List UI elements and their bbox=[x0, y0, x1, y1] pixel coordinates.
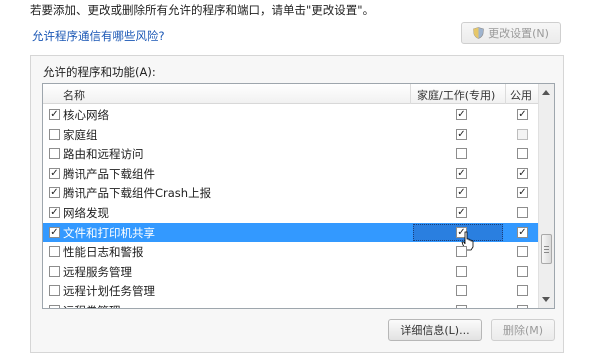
list-item[interactable]: 路由和远程访问 bbox=[43, 144, 539, 164]
program-name-label: 远程卷管理 bbox=[63, 303, 121, 308]
list-item[interactable]: ✓ 核心网络 ✓ ✓ bbox=[43, 105, 539, 125]
list-rows: ✓ 核心网络 ✓ ✓ 家庭组 ✓ 路由和远程访问 ✓ 腾讯产品下载组件 ✓ ✓ ✓ 腾讯产品下载组件Cr… bbox=[43, 105, 539, 308]
list-item[interactable]: 远程计划任务管理 bbox=[43, 281, 539, 301]
uac-shield-icon bbox=[473, 27, 484, 39]
home-work-checkbox[interactable]: ✓ bbox=[456, 167, 467, 179]
program-name-label: 远程计划任务管理 bbox=[63, 284, 155, 299]
list-item[interactable]: 家庭组 ✓ bbox=[43, 125, 539, 145]
allowed-programs-list[interactable]: 名称 家庭/工作(专用) 公用 ✓ 核心网络 ✓ ✓ 家庭组 ✓ 路由和远程访问 ✓ 腾讯产品下… bbox=[42, 83, 555, 309]
public-checkbox[interactable]: ✓ bbox=[517, 109, 528, 120]
program-name-label: 家庭组 bbox=[63, 127, 98, 142]
program-name-label: 远程服务管理 bbox=[63, 264, 132, 279]
list-item[interactable]: ✓ 文件和打印机共享 ✓ ✓ bbox=[43, 222, 539, 250]
home-work-checkbox[interactable]: ✓ bbox=[456, 109, 467, 120]
allowed-programs-title: 允许的程序和功能(A): bbox=[43, 65, 156, 79]
list-header: 名称 家庭/工作(专用) 公用 bbox=[43, 84, 539, 104]
list-item[interactable]: ✓ 网络发现 ✓ bbox=[43, 203, 539, 223]
public-checkbox[interactable]: ✓ bbox=[517, 187, 528, 199]
change-settings-label: 更改设置(N) bbox=[488, 27, 549, 40]
home-work-checkbox[interactable]: ✓ bbox=[456, 187, 467, 199]
change-settings-button[interactable]: 更改设置(N) bbox=[461, 22, 561, 44]
scroll-up-arrow-icon[interactable] bbox=[542, 90, 550, 95]
program-enable-checkbox[interactable]: ✓ bbox=[49, 206, 60, 218]
public-checkbox[interactable] bbox=[517, 304, 528, 308]
home-work-checkbox[interactable] bbox=[456, 148, 467, 160]
list-item[interactable]: 远程服务管理 bbox=[43, 262, 539, 282]
program-enable-checkbox[interactable] bbox=[49, 304, 60, 308]
column-header-public[interactable]: 公用 bbox=[510, 87, 532, 103]
program-name-label: 腾讯产品下载组件Crash上报 bbox=[63, 186, 212, 201]
program-name-label: 文件和打印机共享 bbox=[63, 225, 155, 240]
program-name-label: 性能日志和警报 bbox=[63, 245, 144, 260]
scroll-thumb[interactable] bbox=[541, 234, 552, 264]
home-work-checkbox[interactable]: ✓ bbox=[456, 206, 467, 218]
allowed-programs-group: 允许的程序和功能(A): 名称 家庭/工作(专用) 公用 ✓ 核心网络 ✓ ✓ 家庭组 ✓… bbox=[30, 55, 564, 353]
public-checkbox[interactable] bbox=[517, 148, 528, 160]
program-enable-checkbox[interactable]: ✓ bbox=[49, 187, 60, 199]
program-enable-checkbox[interactable]: ✓ bbox=[49, 167, 60, 179]
program-enable-checkbox[interactable]: ✓ bbox=[49, 109, 60, 120]
program-name-label: 路由和远程访问 bbox=[63, 147, 144, 162]
home-work-checkbox[interactable]: ✓ bbox=[456, 128, 467, 140]
public-checkbox[interactable] bbox=[517, 206, 528, 218]
column-header-home[interactable]: 家庭/工作(专用) bbox=[417, 87, 495, 103]
firewall-risk-link[interactable]: 允许程序通信有哪些风险? bbox=[32, 28, 165, 44]
program-enable-checkbox[interactable] bbox=[49, 148, 60, 160]
public-checkbox[interactable] bbox=[517, 285, 528, 297]
program-name-label: 网络发现 bbox=[63, 205, 109, 220]
public-checkbox[interactable] bbox=[517, 128, 528, 140]
delete-button[interactable]: 删除(M) bbox=[491, 319, 555, 341]
list-scrollbar[interactable] bbox=[538, 84, 554, 308]
home-work-checkbox[interactable] bbox=[456, 265, 467, 277]
public-checkbox[interactable]: ✓ bbox=[517, 167, 528, 179]
intro-text: 若要添加、更改或删除所有允许的程序和端口，请单击"更改设置"。 bbox=[30, 3, 375, 17]
list-item[interactable]: ✓ 腾讯产品下载组件Crash上报 ✓ ✓ bbox=[43, 183, 539, 203]
home-work-checkbox[interactable] bbox=[456, 285, 467, 297]
program-name-label: 核心网络 bbox=[63, 108, 109, 122]
program-enable-checkbox[interactable] bbox=[49, 128, 60, 140]
list-item[interactable]: 远程卷管理 bbox=[43, 301, 539, 308]
details-button[interactable]: 详细信息(L)... bbox=[388, 319, 482, 341]
home-work-checkbox[interactable] bbox=[456, 304, 467, 308]
program-enable-checkbox[interactable]: ✓ bbox=[49, 226, 60, 238]
list-item[interactable]: ✓ 腾讯产品下载组件 ✓ ✓ bbox=[43, 164, 539, 184]
program-enable-checkbox[interactable] bbox=[49, 265, 60, 277]
list-item[interactable]: 性能日志和警报 bbox=[43, 242, 539, 262]
column-header-name[interactable]: 名称 bbox=[63, 87, 85, 103]
public-checkbox[interactable]: ✓ bbox=[517, 226, 528, 238]
public-checkbox[interactable] bbox=[517, 246, 528, 258]
program-enable-checkbox[interactable] bbox=[49, 246, 60, 258]
program-name-label: 腾讯产品下载组件 bbox=[63, 166, 155, 181]
public-checkbox[interactable] bbox=[517, 265, 528, 277]
home-work-checkbox[interactable] bbox=[456, 246, 467, 258]
program-enable-checkbox[interactable] bbox=[49, 285, 60, 297]
scroll-down-arrow-icon[interactable] bbox=[542, 297, 550, 302]
